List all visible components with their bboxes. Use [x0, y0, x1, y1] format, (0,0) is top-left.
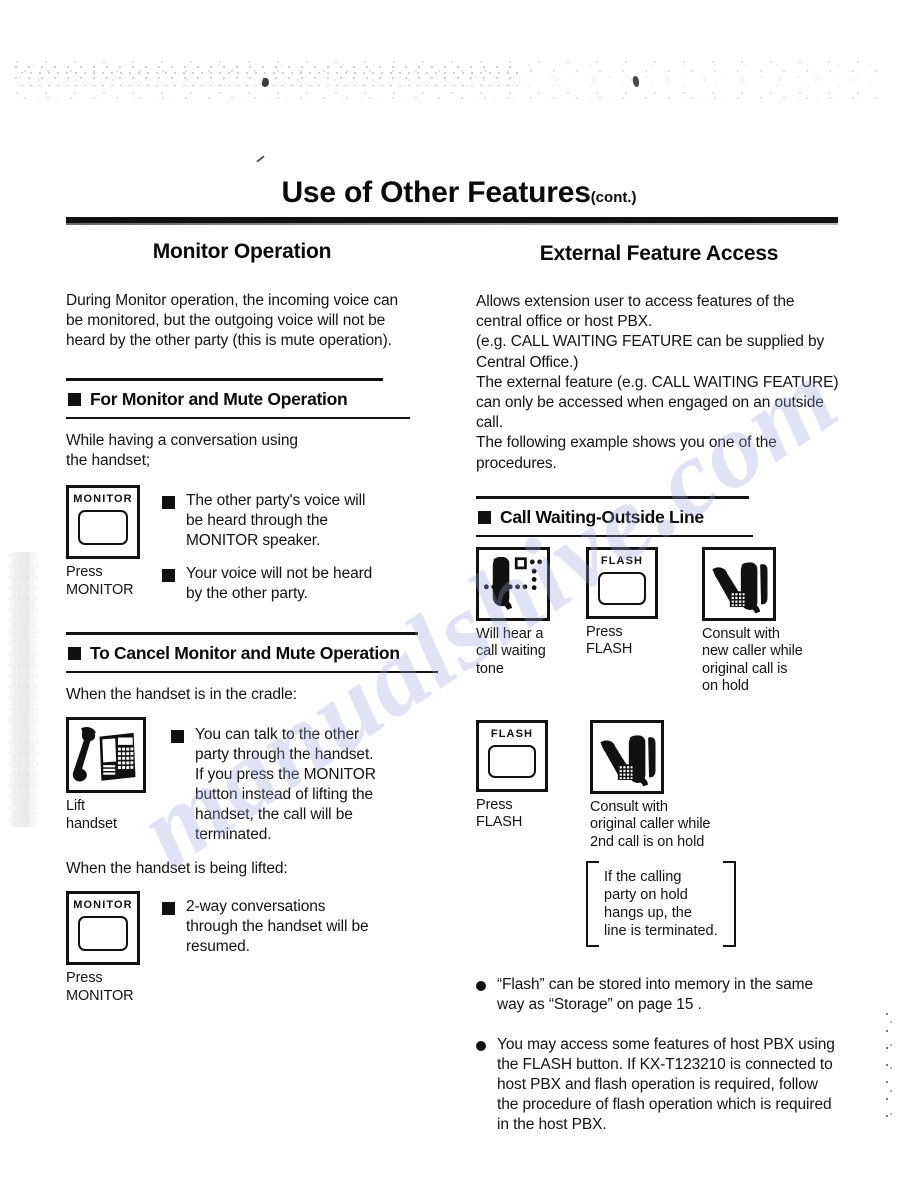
bullet-square-icon	[162, 496, 175, 510]
monitor-key-label: MONITOR	[73, 899, 133, 912]
section-bullet-square-icon	[68, 392, 81, 406]
monitor-intro-text: During Monitor operation, the incoming v…	[66, 292, 399, 350]
bullet-text: You can talk to the other party through …	[195, 726, 376, 844]
figure-press-monitor-2: MONITOR Press MONITOR	[66, 891, 162, 1005]
page-title-continued: (cont.)	[590, 189, 637, 206]
key-cap-shape	[78, 510, 128, 546]
note-item: You may access some features of host PBX…	[476, 1035, 842, 1135]
external-feature-intro-text: Allows extension user to access features…	[476, 293, 839, 472]
section-bullet-square-icon	[478, 510, 491, 524]
left-column: Monitor Operation During Monitor operati…	[66, 240, 438, 1005]
bullet-square-icon	[162, 902, 175, 916]
section-header-to-cancel-monitor-and-mute: To Cancel Monitor and Mute Operation	[66, 632, 438, 674]
page-title-text: Use of Other Features	[281, 176, 591, 209]
bullet-square-icon	[171, 730, 184, 744]
lifted-lead-text: When the handset is being lifted:	[66, 860, 288, 878]
bullet-item: 2-way conversations through the handset …	[162, 897, 412, 957]
key-cap-shape	[598, 571, 646, 605]
note-text: You may access some features of host PBX…	[497, 1036, 835, 1134]
section-header-label: To Cancel Monitor and Mute Operation	[90, 643, 400, 664]
left-column-heading: Monitor Operation	[152, 240, 332, 263]
figure-press-flash-2: FLASH Press FLASH	[476, 719, 590, 832]
key-cap-shape	[488, 744, 536, 778]
flash-key-label: FLASH	[600, 554, 644, 567]
section-header-label: For Monitor and Mute Operation	[90, 388, 348, 409]
page-title: Use of Other Features(cont.)	[0, 176, 918, 210]
note-item: “Flash” can be stored into memory in the…	[476, 975, 842, 1015]
two-handsets-consult-icon	[702, 546, 776, 621]
figure-consult-new-caller: Consult with new caller while original c…	[702, 546, 830, 696]
cradle-lead-text: When the handset is in the cradle:	[66, 686, 297, 704]
flash-key-icon: FLASH	[476, 719, 548, 792]
note-dot-icon	[476, 981, 486, 992]
key-cap-shape	[78, 916, 128, 952]
monitor-key-icon: MONITOR	[66, 485, 140, 560]
section-bullet-square-icon	[68, 647, 81, 661]
handset-with-call-waiting-tone-icon	[476, 546, 550, 621]
right-column-heading: External Feature Access	[539, 242, 779, 265]
bullet-item: You can talk to the other party through …	[171, 725, 416, 845]
right-column: External Feature Access Allows extension…	[476, 240, 842, 1135]
section-header-for-monitor-and-mute: For Monitor and Mute Operation	[66, 377, 418, 419]
figure-consult-original-caller: Consult with original caller while 2nd c…	[590, 719, 770, 852]
section-header-call-waiting-outside-line: Call Waiting-Outside Line	[476, 495, 842, 537]
flash-key-icon: FLASH	[586, 546, 658, 619]
figure-press-flash-1: FLASH Press FLASH	[586, 546, 702, 659]
figure-caption: Press FLASH	[476, 796, 523, 831]
monitor-key-icon: MONITOR	[66, 891, 140, 966]
bullet-text: Your voice will not be heard by the othe…	[186, 565, 373, 603]
note-text: “Flash” can be stored into memory in the…	[497, 976, 813, 1014]
figure-caption: Consult with original caller while 2nd c…	[590, 798, 711, 850]
desk-phone-with-lifted-handset-icon	[66, 717, 146, 794]
figure-lift-handset: Lift handset	[66, 717, 171, 833]
figure-press-monitor: MONITOR Press MONITOR	[66, 485, 162, 599]
figure-caption: Press MONITOR	[66, 564, 134, 598]
bullet-item: The other party's voice will be heard th…	[162, 491, 412, 551]
two-handsets-consult-icon	[590, 719, 664, 794]
figure-caption: Press MONITOR	[66, 970, 134, 1004]
figure-caption: Lift handset	[66, 798, 117, 832]
flash-key-label: FLASH	[490, 727, 534, 740]
note-dot-icon	[476, 1041, 486, 1052]
bullet-text: The other party's voice will be heard th…	[186, 492, 366, 550]
scanned-manual-page: Use of Other Features(cont.) Monitor Ope…	[0, 0, 918, 1188]
bullet-text: 2-way conversations through the handset …	[186, 898, 369, 956]
figure-caption: Will hear a call waiting tone	[476, 625, 546, 677]
monitor-key-label: MONITOR	[73, 493, 133, 506]
section-header-label: Call Waiting-Outside Line	[500, 506, 704, 527]
monitor-section-lead: While having a conversation using the ha…	[66, 431, 298, 469]
figure-caption: Press FLASH	[586, 623, 633, 658]
bracketed-note: If the calling party on hold hangs up, t…	[586, 861, 736, 948]
figure-call-waiting-tone: Will hear a call waiting tone	[476, 546, 586, 679]
title-divider	[66, 217, 838, 225]
bullet-square-icon	[162, 569, 175, 583]
figure-caption: Consult with new caller while original c…	[702, 625, 803, 695]
bullet-item: Your voice will not be heard by the othe…	[162, 564, 412, 604]
